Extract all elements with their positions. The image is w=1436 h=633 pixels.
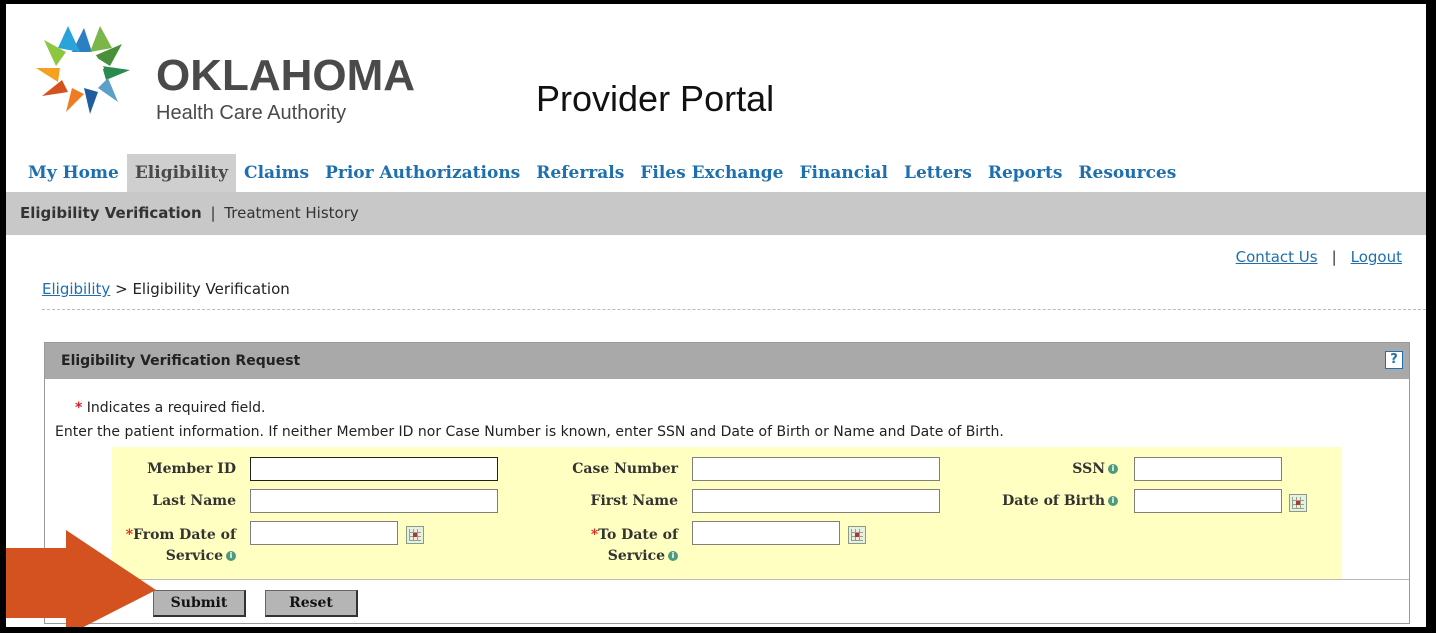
breadcrumb-separator: >	[115, 280, 128, 298]
nav-financial[interactable]: Financial	[791, 154, 896, 192]
member-id-input[interactable]	[250, 457, 498, 481]
first-name-label: First Name	[542, 493, 678, 509]
instructions: Enter the patient information. If neithe…	[55, 424, 1004, 440]
last-name-label-text: Last Name	[152, 493, 236, 509]
main-nav: My Home Eligibility Claims Prior Authori…	[20, 154, 1184, 192]
dob-input[interactable]	[1134, 489, 1282, 513]
ssn-label-text: SSN	[1072, 461, 1105, 477]
calendar-icon[interactable]	[848, 526, 866, 544]
case-number-label: Case Number	[542, 461, 678, 477]
ssn-label: SSN i	[992, 461, 1118, 477]
first-name-input[interactable]	[692, 489, 940, 513]
required-star: *	[75, 400, 83, 416]
brand-subtitle: Health Care Authority	[156, 102, 347, 124]
help-icon[interactable]: ?	[1385, 351, 1403, 369]
panel-header: Eligibility Verification Request ?	[45, 343, 1409, 379]
to-dos-label: *To Date of Service i	[542, 525, 678, 567]
to-dos-input[interactable]	[692, 521, 840, 545]
breadcrumb-eligibility-link[interactable]: Eligibility	[42, 280, 110, 298]
calendar-icon[interactable]	[406, 526, 424, 544]
info-icon[interactable]: i	[1108, 496, 1118, 506]
logout-link[interactable]: Logout	[1351, 248, 1402, 266]
reset-button[interactable]: Reset	[265, 590, 358, 617]
info-icon[interactable]: i	[1108, 464, 1118, 474]
first-name-label-text: First Name	[590, 493, 678, 509]
brand-name: OKLAHOMA	[156, 51, 416, 100]
portal-title: Provider Portal	[536, 78, 775, 119]
oklahoma-star-logo	[36, 26, 130, 114]
required-note-text: Indicates a required field.	[86, 400, 266, 416]
case-number-label-text: Case Number	[572, 461, 678, 477]
breadcrumb: Eligibility > Eligibility Verification	[42, 280, 290, 298]
utility-links: Contact Us | Logout	[1236, 248, 1402, 266]
calendar-icon[interactable]	[1289, 494, 1307, 512]
nav-resources[interactable]: Resources	[1070, 154, 1184, 192]
last-name-input[interactable]	[250, 489, 498, 513]
case-number-input[interactable]	[692, 457, 940, 481]
search-form: Member ID Case Number SSN i Last Name Fir…	[112, 447, 1342, 579]
nav-referrals[interactable]: Referrals	[528, 154, 632, 192]
subnav-eligibility-verification[interactable]: Eligibility Verification	[6, 192, 202, 235]
pointer-arrow-annotation	[6, 530, 156, 627]
info-icon[interactable]: i	[226, 551, 236, 561]
info-icon[interactable]: i	[668, 551, 678, 561]
ssn-input[interactable]	[1134, 457, 1282, 481]
nav-prior-authorizations[interactable]: Prior Authorizations	[317, 154, 528, 192]
member-id-label: Member ID	[112, 461, 236, 477]
brand: OKLAHOMA Health Care Authority	[156, 54, 415, 125]
from-dos-input[interactable]	[250, 521, 398, 545]
nav-eligibility[interactable]: Eligibility	[126, 154, 237, 192]
eligibility-request-panel: Eligibility Verification Request ? * Ind…	[44, 342, 1410, 624]
last-name-label: Last Name	[112, 493, 236, 509]
contact-us-link[interactable]: Contact Us	[1236, 248, 1318, 266]
from-dos-label-line2: Service	[165, 548, 223, 564]
screenshot-frame: OKLAHOMA Health Care Authority Provider …	[6, 4, 1426, 627]
nav-letters[interactable]: Letters	[896, 154, 980, 192]
utility-separator: |	[1331, 248, 1337, 266]
nav-claims[interactable]: Claims	[236, 154, 317, 192]
to-dos-label-line2: Service	[607, 548, 665, 564]
to-dos-label-line1: To Date of	[598, 527, 678, 543]
nav-files-exchange[interactable]: Files Exchange	[632, 154, 791, 192]
nav-reports[interactable]: Reports	[980, 154, 1071, 192]
panel-title: Eligibility Verification Request	[61, 353, 301, 369]
subnav-separator: |	[210, 204, 216, 222]
dob-label-text: Date of Birth	[1002, 493, 1105, 509]
sub-nav: Eligibility Verification | Treatment His…	[6, 192, 1426, 235]
breadcrumb-current: Eligibility Verification	[132, 280, 290, 298]
submit-button[interactable]: Submit	[153, 590, 246, 617]
nav-my-home[interactable]: My Home	[20, 154, 127, 192]
member-id-label-text: Member ID	[147, 461, 236, 477]
dob-label: Date of Birth i	[972, 493, 1118, 509]
required-note: * Indicates a required field.	[75, 400, 265, 416]
button-bar: Submit Reset	[45, 579, 1409, 624]
subnav-treatment-history[interactable]: Treatment History	[224, 192, 358, 235]
divider	[42, 309, 1426, 310]
